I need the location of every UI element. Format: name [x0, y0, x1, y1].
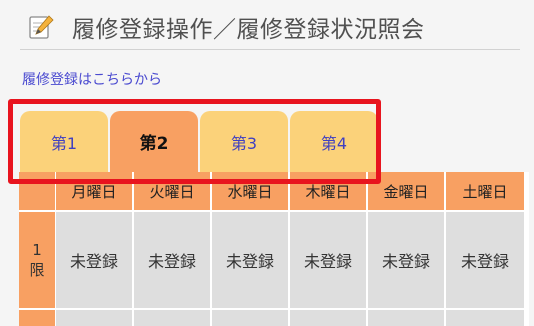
- slot-mon-1[interactable]: 未登録: [56, 212, 132, 308]
- registration-link[interactable]: 履修登録はこちらから: [22, 69, 162, 89]
- page-title: 履修登録操作／履修登録状況照会: [72, 17, 425, 43]
- slot-wed-2: [212, 310, 288, 326]
- period-number: 1: [32, 241, 42, 259]
- day-header-mon: 月曜日: [56, 172, 132, 210]
- slot-thu-1[interactable]: 未登録: [290, 212, 366, 308]
- tab-term-2[interactable]: 第2: [110, 111, 198, 172]
- period-unit: 限: [29, 261, 45, 279]
- period-header-2: [19, 310, 55, 326]
- day-header-fri: 金曜日: [368, 172, 444, 210]
- timetable-corner: [19, 172, 55, 210]
- day-header-tue: 火曜日: [134, 172, 210, 210]
- slot-sat-1[interactable]: 未登録: [446, 212, 524, 308]
- slot-tue-2: [134, 310, 210, 326]
- timetable: 月曜日 火曜日 水曜日 木曜日 金曜日 土曜日 1 限 未登録 未登録 未登録 …: [19, 172, 529, 326]
- period-header-1: 1 限: [19, 212, 55, 308]
- day-header-wed: 水曜日: [212, 172, 288, 210]
- day-header-sat: 土曜日: [446, 172, 524, 210]
- slot-sat-2: [446, 310, 524, 326]
- slot-fri-2: [368, 310, 444, 326]
- page-header: 履修登録操作／履修登録状況照会: [28, 8, 524, 46]
- tab-term-1[interactable]: 第1: [20, 111, 108, 172]
- slot-wed-1[interactable]: 未登録: [212, 212, 288, 308]
- slot-mon-2: [56, 310, 132, 326]
- term-tabs: 第1 第2 第3 第4: [20, 111, 380, 172]
- slot-fri-1[interactable]: 未登録: [368, 212, 444, 308]
- slot-thu-2: [290, 310, 366, 326]
- day-header-thu: 木曜日: [290, 172, 366, 210]
- tab-term-3[interactable]: 第3: [200, 111, 288, 172]
- header-divider: [20, 49, 520, 50]
- slot-tue-1[interactable]: 未登録: [134, 212, 210, 308]
- tab-term-4[interactable]: 第4: [290, 111, 378, 172]
- note-pencil-icon: [29, 15, 54, 39]
